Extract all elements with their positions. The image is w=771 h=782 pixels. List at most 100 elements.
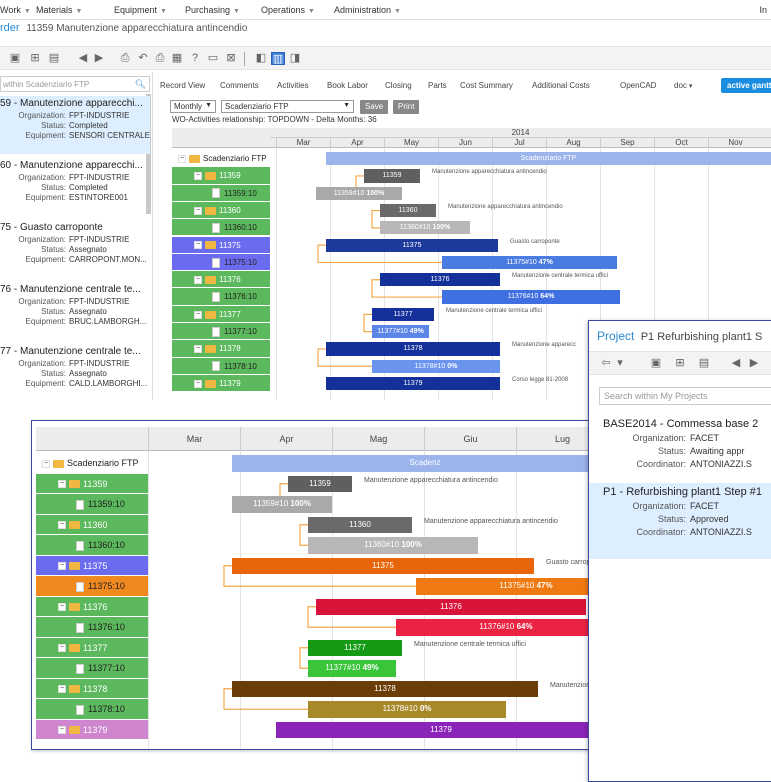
gantt-row-label[interactable]: − 11376 [172, 271, 270, 289]
list-item[interactable]: 59 - Manutenzione apparecchi... Organizat… [0, 96, 150, 154]
next-icon[interactable]: ▶ [92, 52, 106, 65]
gantt-row-label[interactable]: 11378:10 [172, 357, 270, 375]
view-left-icon[interactable]: ◧ [254, 52, 268, 65]
tab-book-labor[interactable]: Book Labor [327, 81, 368, 90]
gantt-task-bar[interactable]: 11360 [308, 516, 412, 533]
previous-icon[interactable]: ◀ [76, 52, 90, 65]
collapse-icon[interactable]: − [194, 172, 202, 181]
gantt-activity-bar[interactable]: 11359#10 100% [316, 186, 402, 200]
previous-icon[interactable]: ◀ [729, 357, 743, 370]
gantt-activity-bar[interactable]: 11375#10 47% [442, 255, 617, 270]
gantt-task-bar[interactable]: 11378 [232, 680, 538, 697]
gantt-row-label[interactable]: 11376:10 [172, 288, 270, 306]
period-select[interactable]: Monthly ▼ [170, 100, 216, 113]
gantt-row-label[interactable]: − 11378 [172, 340, 270, 358]
menubar-right-label[interactable]: In [759, 5, 767, 15]
collapse-icon[interactable]: − [58, 644, 66, 653]
gantt-task-bar[interactable]: 11377 [308, 639, 402, 656]
gantt-row-label[interactable]: 11360:10 [172, 219, 270, 237]
project-search-input[interactable]: Search within My Projects [599, 387, 771, 405]
next-icon[interactable]: ▶ [747, 357, 761, 370]
menu-item[interactable]: Materials ▼ [36, 5, 82, 15]
save-icon[interactable]: ▣ [649, 357, 663, 370]
gantt-task-bar[interactable]: 11359 [288, 475, 352, 492]
search-icon[interactable]: 🔍︎ [135, 79, 146, 90]
list-item[interactable]: 75 - Guasto carroponte Organization: FPT-I… [0, 220, 150, 278]
gantt-row-label[interactable]: 11359:10 [36, 494, 148, 515]
menu-item[interactable]: Purchasing ▼ [185, 5, 240, 15]
tab-comments[interactable]: Comments [220, 81, 259, 90]
gantt-task-bar[interactable]: 11379 [276, 721, 606, 738]
gantt-row-label[interactable]: 11375:10 [36, 576, 148, 597]
gantt-task-bar[interactable]: 11359 [364, 169, 420, 183]
gantt-row-label[interactable]: − 11359 [36, 473, 148, 494]
list-search-input[interactable]: within Scadenziario FTP 🔍︎ [0, 76, 150, 92]
project-select[interactable]: Scadenziario FTP ▼ [221, 100, 354, 113]
gantt-activity-bar[interactable]: 11360#10 100% [380, 221, 470, 235]
collapse-icon[interactable]: − [58, 603, 66, 612]
gantt-row-label[interactable]: − 11377 [172, 305, 270, 323]
view-right-icon[interactable]: ◨ [288, 52, 302, 65]
gantt-activity-bar[interactable]: 11378#10 0% [308, 701, 506, 718]
print-icon[interactable]: ⎙ [153, 52, 167, 65]
gantt-root-label[interactable]: − Scadenziario FTP [36, 453, 148, 474]
collapse-icon[interactable]: − [58, 685, 66, 694]
gantt-row-label[interactable]: − 11379 [172, 374, 270, 393]
list-item[interactable]: P1 - Refurbishing plant1 Step #1 Organiza… [589, 483, 771, 559]
list-item[interactable]: 76 - Manutenzione centrale te... Organiza… [0, 282, 150, 340]
collapse-icon[interactable]: − [194, 345, 202, 354]
tab-doc[interactable]: doc ▾ [674, 81, 692, 90]
gantt-activity-bar[interactable]: 11376#10 64% [396, 619, 616, 636]
gantt-row-label[interactable]: 11375:10 [172, 253, 270, 272]
gantt-activity-bar[interactable]: 11378#10 0% [372, 359, 500, 373]
delete-icon[interactable]: ▤ [47, 52, 61, 65]
delete-icon[interactable]: ▤ [697, 357, 711, 370]
new-record-icon[interactable]: ⊞ [28, 52, 42, 65]
gantt-task-bar[interactable]: 11376 [380, 273, 500, 287]
tab-parts[interactable]: Parts [428, 81, 447, 90]
help-icon[interactable]: ? [188, 52, 202, 65]
gantt-task-bar[interactable]: 11376 [316, 598, 586, 615]
tab-cost-summary[interactable]: Cost Summary [460, 81, 513, 90]
collapse-icon[interactable]: − [58, 480, 66, 489]
tab-additional-costs[interactable]: Additional Costs [532, 81, 590, 90]
gantt-task-bar[interactable]: 11379 [326, 376, 500, 391]
collapse-icon[interactable]: − [194, 275, 202, 284]
menu-item[interactable]: Equipment ▼ [114, 5, 167, 15]
gantt-row-label[interactable]: 11376:10 [36, 617, 148, 638]
gantt-activity-bar[interactable]: 11360#10 100% [308, 537, 478, 554]
comment-icon[interactable]: ▭ [206, 52, 220, 65]
gantt-activity-bar[interactable]: 11377#10 49% [372, 325, 429, 339]
gantt-row-label[interactable]: − 11377 [36, 637, 148, 658]
gantt-summary-bar[interactable]: Scadenziario FTP [326, 152, 771, 166]
gantt-row-label[interactable]: − 11359 [172, 167, 270, 185]
gantt-task-bar[interactable]: 11375 [232, 557, 534, 574]
print-button[interactable]: Print [393, 100, 420, 114]
gantt-row-label[interactable]: − 11376 [36, 596, 148, 617]
tab-record-view[interactable]: Record View [160, 81, 205, 90]
collapse-icon[interactable]: − [194, 379, 202, 388]
collapse-icon[interactable]: − [178, 154, 186, 163]
menu-item[interactable]: Operations ▼ [261, 5, 315, 15]
gantt-task-bar[interactable]: 11360 [380, 203, 436, 218]
view-split-icon[interactable]: ▥ [271, 52, 285, 65]
gantt-activity-bar[interactable]: 11359#10 100% [232, 496, 332, 513]
gantt-row-label[interactable]: 11360:10 [36, 535, 148, 556]
chevron-down-icon[interactable]: ▾ [613, 357, 627, 370]
collapse-icon[interactable]: − [194, 241, 202, 250]
gantt-row-label[interactable]: − 11379 [36, 719, 148, 740]
gantt-activity-bar[interactable]: 11376#10 64% [442, 290, 620, 304]
gantt-row-label[interactable]: − 11360 [36, 514, 148, 535]
gantt-row-label[interactable]: 11377:10 [36, 658, 148, 679]
copy-icon[interactable]: ⎙ [118, 52, 132, 65]
gantt-root-label[interactable]: − Scadenziario FTP [172, 150, 270, 168]
tab-active-gantt[interactable]: active gantt [721, 78, 771, 93]
gantt-row-label[interactable]: 11377:10 [172, 323, 270, 341]
collapse-icon[interactable]: − [194, 310, 202, 319]
back-icon[interactable]: ⇦ [599, 357, 613, 370]
list-item[interactable]: BASE2014 - Commessa base 2 Organization: F… [589, 415, 771, 479]
report-icon[interactable]: ▦ [170, 52, 184, 65]
gantt-task-bar[interactable]: 11377 [372, 307, 434, 321]
gantt-row-label[interactable]: − 11375 [36, 555, 148, 576]
tab-closing[interactable]: Closing [385, 81, 412, 90]
